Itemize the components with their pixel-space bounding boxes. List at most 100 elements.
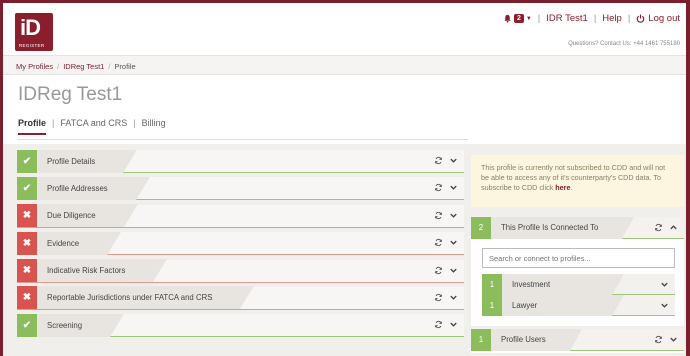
logout-link[interactable]: Log out xyxy=(636,13,680,24)
connection-count: 1 xyxy=(482,273,502,295)
tab-fatca-crs[interactable]: FATCA and CRS xyxy=(60,118,127,135)
logo[interactable]: iD REGISTER xyxy=(15,13,53,51)
chevron-down-icon[interactable] xyxy=(669,335,678,344)
section-controls xyxy=(434,320,458,329)
refresh-icon[interactable] xyxy=(434,320,443,329)
section-controls xyxy=(434,156,458,165)
profile-sections: ✔ Profile Details ✔ Profile Addresses ✖ … xyxy=(17,149,464,342)
section-controls xyxy=(434,238,458,247)
connection-item-lawyer[interactable]: 1 Lawyer xyxy=(482,294,675,316)
breadcrumb-profile-name[interactable]: IDReg Test1 xyxy=(63,62,104,71)
section-controls xyxy=(434,183,458,192)
connected-count: 2 xyxy=(471,216,491,239)
connected-panel-title: This Profile Is Connected To xyxy=(491,216,635,239)
chevron-down-icon[interactable] xyxy=(449,266,458,275)
section-label: Profile Addresses xyxy=(37,176,150,200)
section-controls xyxy=(434,211,458,220)
chevron-down-icon[interactable] xyxy=(449,183,458,192)
section-reportable-jurisdictions[interactable]: ✖ Reportable Jurisdictions under FATCA a… xyxy=(17,286,464,310)
profile-search-input[interactable] xyxy=(482,248,675,268)
power-icon xyxy=(637,14,645,23)
refresh-icon[interactable] xyxy=(654,223,663,232)
tabs-divider xyxy=(18,139,468,140)
connected-panel-header[interactable]: 2 This Profile Is Connected To xyxy=(471,216,684,239)
section-due-diligence[interactable]: ✖ Due Diligence xyxy=(17,204,464,228)
refresh-icon[interactable] xyxy=(434,266,443,275)
chevron-down-icon[interactable] xyxy=(449,320,458,329)
tab-separator: | xyxy=(133,118,136,128)
page-title: IDReg Test1 xyxy=(18,84,123,105)
cross-icon: ✖ xyxy=(17,286,37,310)
refresh-icon[interactable] xyxy=(434,211,443,220)
connection-label: Investment xyxy=(502,273,624,295)
help-link[interactable]: Help xyxy=(602,13,622,24)
section-label: Screening xyxy=(37,313,125,337)
refresh-icon[interactable] xyxy=(434,183,443,192)
section-label: Indicative Risk Factors xyxy=(37,259,168,283)
logout-label: Log out xyxy=(648,13,680,24)
cross-icon: ✖ xyxy=(17,204,37,228)
chevron-down-icon[interactable] xyxy=(449,211,458,220)
users-panel-header[interactable]: 1 Profile Users xyxy=(471,328,684,351)
tab-profile[interactable]: Profile xyxy=(18,118,47,135)
header: iD REGISTER 2 ▼ | IDR Test1 | Help | Log… xyxy=(3,3,686,55)
breadcrumb-separator: / xyxy=(108,62,111,71)
notification-badge: 2 xyxy=(513,14,524,23)
section-label: Reportable Jurisdictions under FATCA and… xyxy=(37,286,255,310)
chevron-down-icon[interactable] xyxy=(449,293,458,302)
nav-separator: | xyxy=(593,13,597,24)
cross-icon: ✖ xyxy=(17,259,37,283)
connection-count: 1 xyxy=(482,294,502,316)
tab-bar: Profile | FATCA and CRS | Billing xyxy=(18,118,166,135)
user-link[interactable]: IDR Test1 xyxy=(546,13,588,24)
chevron-down-icon[interactable] xyxy=(449,156,458,165)
section-controls xyxy=(434,266,458,275)
logo-subtext: REGISTER xyxy=(19,43,45,48)
chevron-up-icon[interactable] xyxy=(669,223,678,232)
cdd-notice: This profile is currently not subscribed… xyxy=(471,155,684,207)
chevron-down-icon[interactable] xyxy=(660,280,669,291)
section-evidence[interactable]: ✖ Evidence xyxy=(17,231,464,256)
users-panel-title: Profile Users xyxy=(491,328,582,351)
tab-billing[interactable]: Billing xyxy=(142,118,166,135)
section-controls xyxy=(434,293,458,302)
logo-text: iD xyxy=(20,15,41,40)
check-icon: ✔ xyxy=(17,149,37,173)
breadcrumb-separator: / xyxy=(57,62,60,71)
check-icon: ✔ xyxy=(17,313,37,337)
breadcrumb: My Profiles / IDReg Test1 / Profile xyxy=(3,55,686,75)
check-icon: ✔ xyxy=(17,176,37,200)
refresh-icon[interactable] xyxy=(654,335,663,344)
section-profile-details[interactable]: ✔ Profile Details xyxy=(17,149,464,173)
section-indicative-risk-factors[interactable]: ✖ Indicative Risk Factors xyxy=(17,259,464,283)
subscribe-link[interactable]: here xyxy=(555,183,570,192)
breadcrumb-my-profiles[interactable]: My Profiles xyxy=(16,62,53,71)
notice-text: This profile is currently not subscribed… xyxy=(481,163,666,192)
chevron-down-icon[interactable] xyxy=(660,301,669,312)
section-label: Evidence xyxy=(37,231,122,255)
nav-separator: | xyxy=(537,13,541,24)
refresh-icon[interactable] xyxy=(434,293,443,302)
connected-panel: 2 This Profile Is Connected To 1 Investm… xyxy=(471,216,684,326)
notice-end: . xyxy=(570,183,573,192)
refresh-icon[interactable] xyxy=(434,238,443,247)
chevron-down-icon[interactable] xyxy=(449,238,458,247)
section-profile-addresses[interactable]: ✔ Profile Addresses xyxy=(17,176,464,201)
users-panel: 1 Profile Users xyxy=(471,328,684,353)
panel-controls xyxy=(654,335,678,344)
section-screening[interactable]: ✔ Screening xyxy=(17,313,464,338)
panel-controls xyxy=(654,223,678,232)
users-count: 1 xyxy=(471,328,491,351)
app-frame: iD REGISTER 2 ▼ | IDR Test1 | Help | Log… xyxy=(3,3,686,356)
tab-separator: | xyxy=(52,118,55,128)
refresh-icon[interactable] xyxy=(434,156,443,165)
notifications-button[interactable]: 2 ▼ xyxy=(503,14,532,23)
breadcrumb-current: Profile xyxy=(114,62,136,71)
contact-info: Questions? Contact Us: +44 1461 755180 xyxy=(568,41,680,47)
top-nav: 2 ▼ | IDR Test1 | Help | Log out xyxy=(503,13,680,24)
bell-icon xyxy=(504,14,511,23)
cross-icon: ✖ xyxy=(17,231,37,255)
section-label: Due Diligence xyxy=(37,204,138,228)
nav-separator: | xyxy=(627,13,631,24)
connection-item-investment[interactable]: 1 Investment xyxy=(482,273,675,295)
